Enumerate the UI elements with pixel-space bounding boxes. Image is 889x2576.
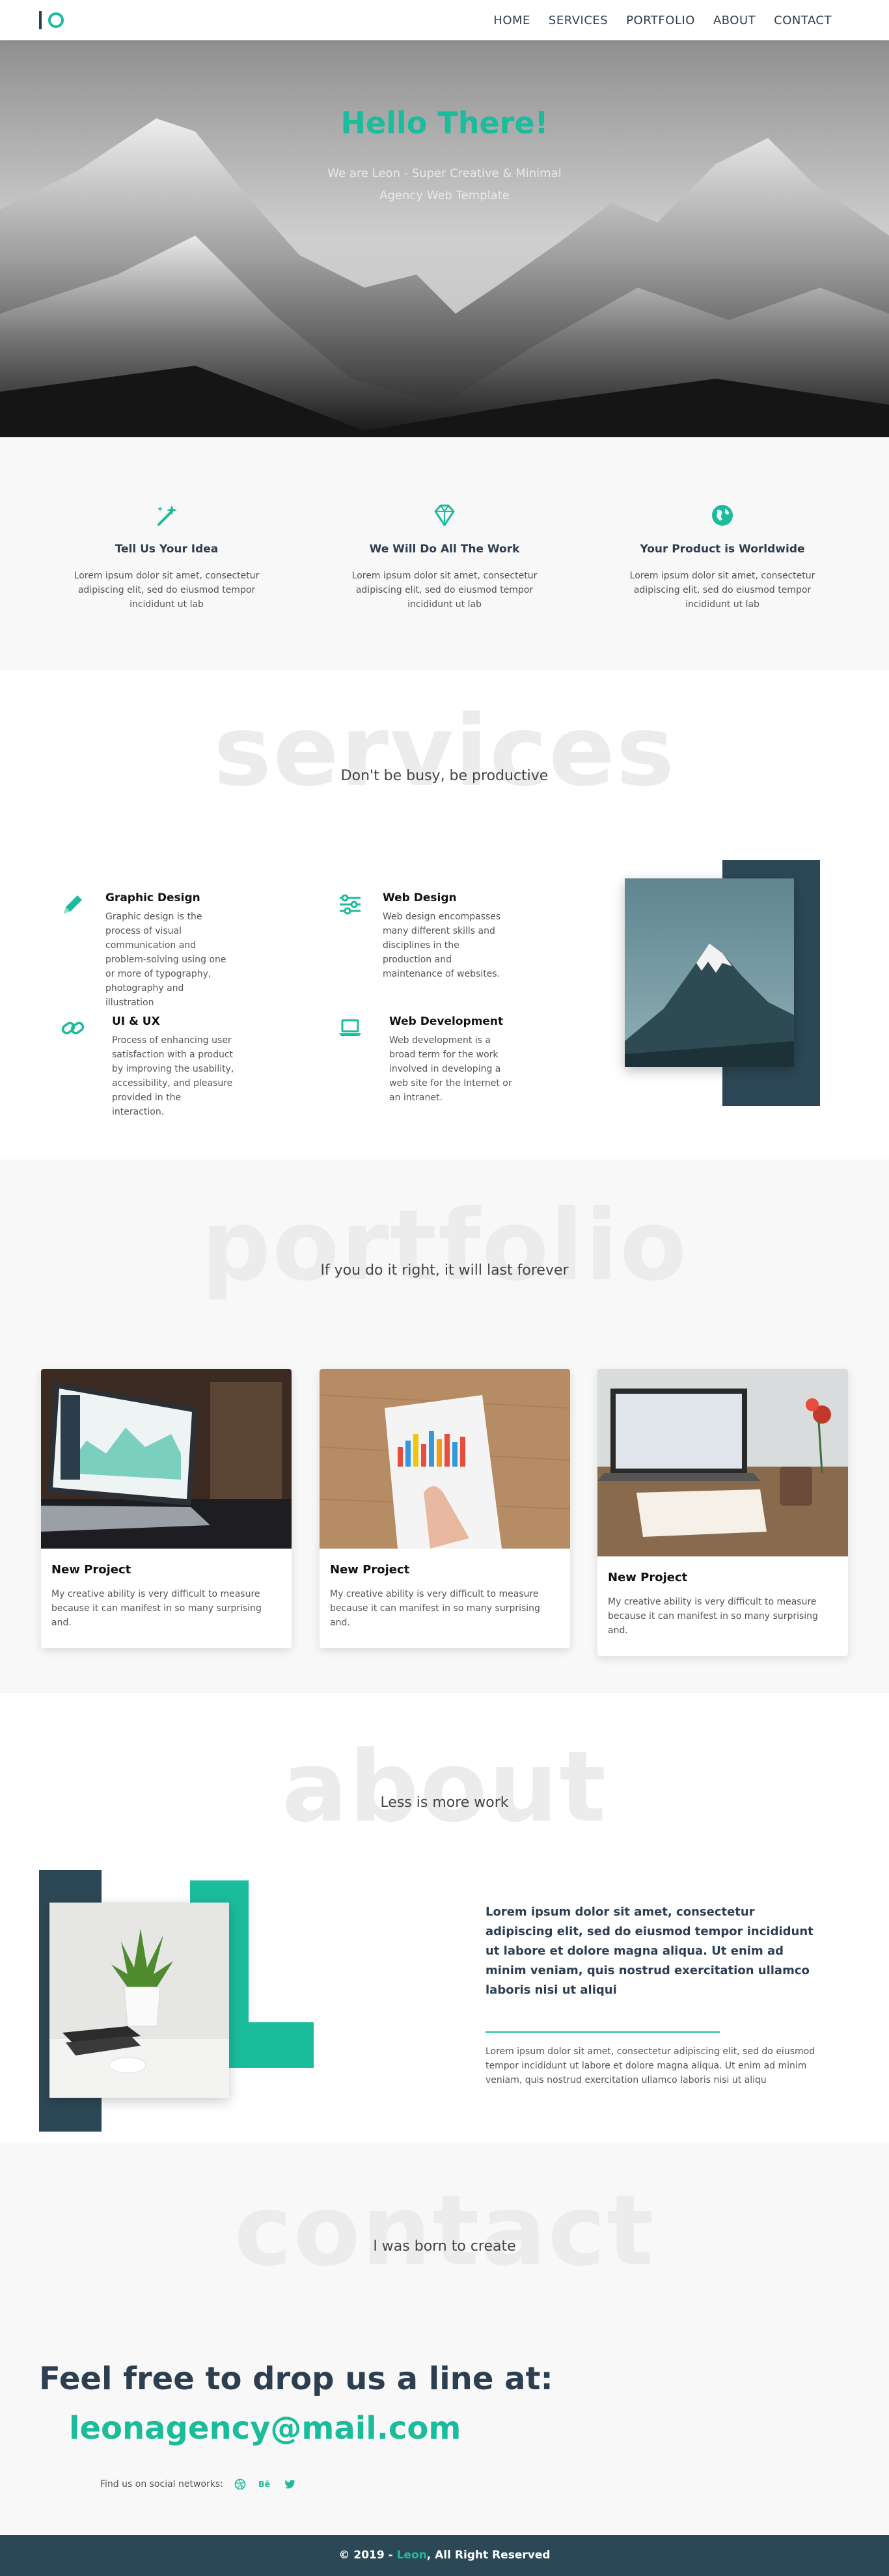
about-section: about Less is more work Lorem ipsum dolo… — [0, 1693, 889, 2143]
portfolio-card[interactable]: New Project My creative ability is very … — [597, 1369, 848, 1656]
top-navbar: HOME SERVICES PORTFOLIO ABOUT CONTACT — [0, 0, 889, 40]
social-label: Find us on social networks: — [100, 2479, 223, 2489]
project-title: New Project — [608, 1571, 688, 1584]
service-title: Web Design — [383, 891, 457, 904]
globe-icon — [712, 505, 733, 526]
about-bold-text: Lorem ipsum dolor sit amet, consectetur … — [486, 1905, 814, 1997]
service-title: UI & UX — [112, 1015, 160, 1028]
service-text: Process of enhancing user satisfaction w… — [112, 1035, 234, 1117]
behance-icon[interactable]: Bē — [257, 2476, 273, 2492]
magic-wand-icon — [157, 505, 177, 526]
service-ui-ux: UI & UX Process of enhancing user satisf… — [60, 1015, 236, 1119]
contact-tagline: I was born to create — [373, 2238, 516, 2255]
feature-worldwide: Your Product is Worldwide Lorem ipsum do… — [618, 502, 827, 612]
about-heading: about Less is more work — [0, 1739, 889, 1836]
services-heading: services Don't be busy, be productive — [0, 703, 889, 800]
feature-title: Your Product is Worldwide — [640, 543, 805, 556]
services-tagline: Don't be busy, be productive — [340, 768, 549, 784]
project-title: New Project — [51, 1563, 131, 1577]
about-divider — [486, 2031, 720, 2033]
feature-text: Lorem ipsum dolor sit amet, consectetur … — [74, 571, 260, 610]
svg-text:Bē: Bē — [258, 2479, 270, 2489]
plant-on-desk-photo — [49, 1903, 229, 2098]
charts-paper-photo — [320, 1369, 570, 1549]
contact-email-link[interactable]: leonagency@mail.com — [69, 2410, 461, 2447]
services-bg-title: services — [213, 695, 676, 808]
feature-work: We Will Do All The Work Lorem ipsum dolo… — [340, 502, 549, 612]
pencil-icon — [64, 895, 82, 914]
nav-menu: HOME SERVICES PORTFOLIO ABOUT CONTACT — [493, 14, 832, 27]
nav-services-link[interactable]: SERVICES — [549, 14, 608, 27]
project-text: My creative ability is very difficult to… — [330, 1589, 540, 1628]
service-title: Graphic Design — [105, 891, 200, 904]
logo-ring — [48, 12, 64, 28]
mountain-background-image — [0, 40, 889, 437]
footer-copyright: © 2019 - — [338, 2549, 397, 2562]
feature-title: We Will Do All The Work — [369, 543, 520, 556]
footer: © 2019 - Leon, All Right Reserved — [0, 2535, 889, 2576]
service-text: Graphic design is the process of visual … — [105, 912, 226, 1008]
project-title: New Project — [330, 1563, 410, 1577]
project-image-laptop-dashboard — [41, 1369, 292, 1549]
project-text: My creative ability is very difficult to… — [51, 1589, 262, 1628]
about-text: Lorem ipsum dolor sit amet, consectetur … — [486, 2046, 815, 2085]
portfolio-heading: portfolio If you do it right, it will la… — [0, 1197, 889, 1295]
social-links: Find us on social networks: Bē — [100, 2476, 297, 2492]
link-icon — [61, 1022, 85, 1035]
service-web-development: Web Development Web development is a bro… — [337, 1015, 513, 1105]
hero-subtitle: We are Leon - Super Creative & Minimal A… — [327, 167, 562, 202]
about-tagline: Less is more work — [380, 1795, 509, 1811]
mountain-peak-photo — [625, 878, 794, 1067]
portfolio-section: portfolio If you do it right, it will la… — [0, 1159, 889, 1693]
about-plant-image — [49, 1903, 229, 2098]
services-mountain-image — [625, 878, 794, 1067]
feature-idea: Tell Us Your Idea Lorem ipsum dolor sit … — [62, 502, 271, 612]
feature-title: Tell Us Your Idea — [115, 543, 219, 556]
nav-contact-link[interactable]: CONTACT — [774, 14, 832, 27]
contact-bg-title: contact — [234, 2175, 655, 2288]
service-text: Web development is a broad term for the … — [389, 1035, 512, 1103]
service-text: Web design encompasses many different sk… — [383, 912, 501, 979]
contact-heading-text: Feel free to drop us a line at: — [39, 2361, 553, 2397]
sliders-icon — [340, 894, 361, 915]
feature-text: Lorem ipsum dolor sit amet, consectetur … — [351, 571, 538, 610]
workspace-laptop-photo — [597, 1369, 848, 1556]
project-image-charts-paper — [320, 1369, 570, 1549]
footer-brand[interactable]: Leon — [397, 2549, 427, 2562]
service-web-design: Web Design Web design encompasses many d… — [337, 891, 506, 981]
nav-portfolio-link[interactable]: PORTFOLIO — [626, 14, 695, 27]
nav-home-link[interactable]: HOME — [493, 14, 530, 27]
laptop-icon — [339, 1019, 361, 1036]
features-section: Tell Us Your Idea Lorem ipsum dolor sit … — [0, 437, 889, 670]
twitter-icon[interactable] — [282, 2476, 297, 2492]
hero-title: Hello There! — [340, 105, 549, 141]
dribbble-icon[interactable] — [232, 2476, 248, 2492]
project-image-workspace — [597, 1369, 848, 1556]
feature-text: Lorem ipsum dolor sit amet, consectetur … — [629, 571, 815, 610]
laptop-dashboard-photo — [41, 1369, 292, 1549]
portfolio-bg-title: portfolio — [200, 1189, 689, 1303]
contact-heading: contact I was born to create — [0, 2182, 889, 2280]
service-title: Web Development — [389, 1015, 504, 1028]
hero-text: Hello There! We are Leon - Super Creativ… — [0, 105, 889, 207]
services-section: services Don't be busy, be productive Gr… — [0, 670, 889, 1159]
logo-bar — [39, 11, 42, 29]
about-bg-title: about — [281, 1731, 608, 1844]
diamond-icon — [434, 504, 455, 526]
portfolio-card[interactable]: New Project My creative ability is very … — [41, 1369, 292, 1648]
service-graphic-design: Graphic Design Graphic design is the pro… — [60, 891, 229, 1010]
footer-rights: , All Right Reserved — [426, 2549, 551, 2562]
contact-section: contact I was born to create Feel free t… — [0, 2143, 889, 2535]
nav-about-link[interactable]: ABOUT — [713, 14, 756, 27]
logo[interactable] — [39, 11, 64, 29]
portfolio-tagline: If you do it right, it will last forever — [320, 1262, 569, 1279]
project-text: My creative ability is very difficult to… — [608, 1597, 818, 1636]
portfolio-card[interactable]: New Project My creative ability is very … — [320, 1369, 570, 1648]
hero-section: Hello There! We are Leon - Super Creativ… — [0, 40, 889, 437]
